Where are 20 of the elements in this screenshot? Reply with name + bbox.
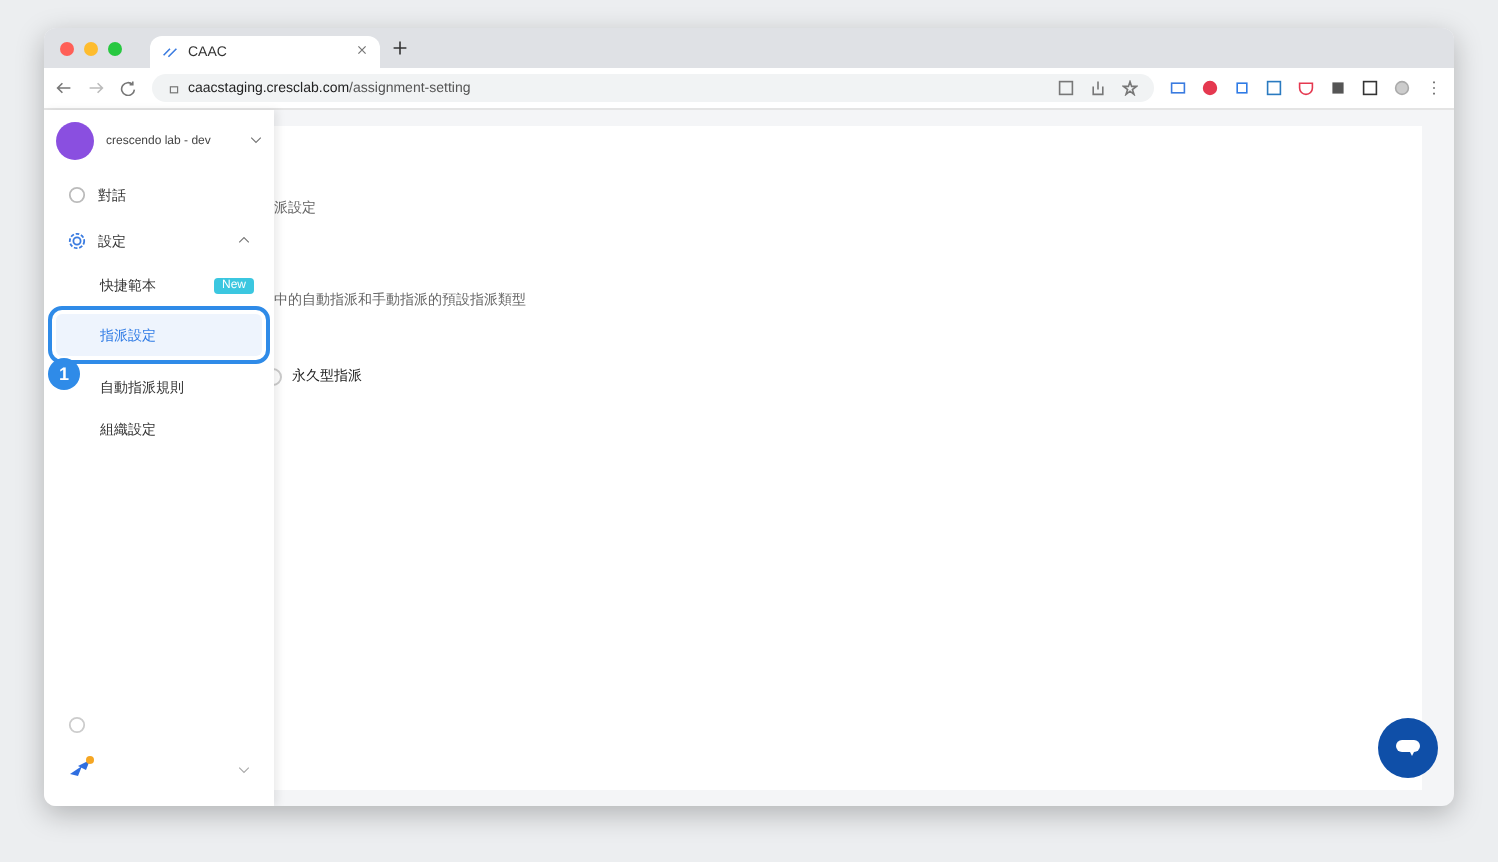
step-number: 1: [48, 358, 80, 390]
forward-icon: [88, 80, 104, 96]
close-icon[interactable]: [60, 41, 74, 55]
maximize-icon[interactable]: [108, 41, 122, 55]
minimize-icon[interactable]: [84, 41, 98, 55]
chevron-down-icon: [238, 764, 250, 776]
chevron-down-icon: [250, 133, 262, 145]
logo-icon: [162, 44, 178, 60]
pocket-icon: [1298, 80, 1314, 96]
share-icon: [1090, 80, 1106, 96]
logo-icon: [68, 756, 96, 780]
chevron-up-icon: [238, 233, 250, 245]
profile-icon: [1394, 80, 1410, 96]
workspace-avatar: [56, 122, 94, 160]
plus-icon: [392, 40, 408, 56]
back-icon: [56, 80, 72, 96]
star-icon: [1122, 80, 1138, 96]
close-icon: [356, 44, 368, 56]
gear-icon: [68, 232, 86, 250]
reload-icon: [120, 80, 136, 96]
